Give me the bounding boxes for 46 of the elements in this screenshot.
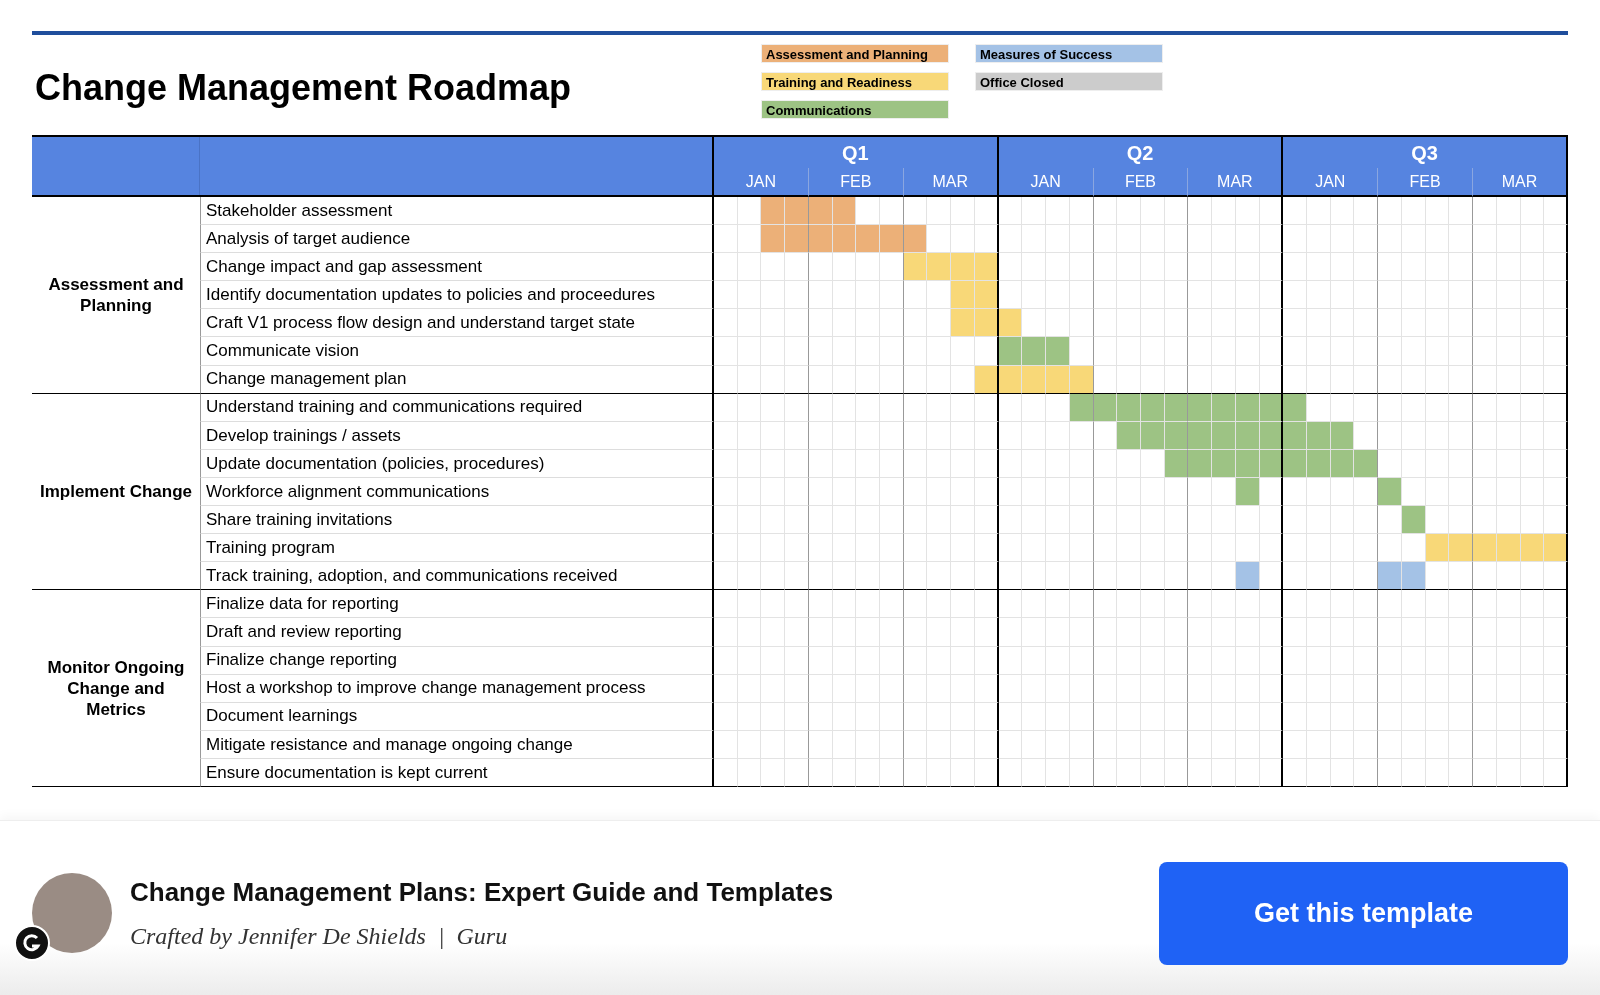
task-label: Track training, adoption, and communications received [206,565,618,587]
task-label: Document learnings [206,705,358,728]
author-byline: Crafted by Jennifer De Shields | Guru [130,921,509,951]
task-label: Share training invitations [206,508,393,531]
legend-item: Office Closed [975,72,1163,91]
task-label: Draft and review reporting [206,621,402,644]
month-header: MAR [1188,168,1284,197]
legend-item: Measures of Success [975,44,1163,63]
task-label: Change impact and gap assessment [206,256,482,278]
quarter-header: Q1 [714,137,999,168]
task-label: Mitigate resistance and manage ongoing change [206,733,573,756]
page-title: Change Management Roadmap [34,66,573,110]
quarter-header: Q2 [998,137,1284,168]
task-label: Finalize data for reporting [206,593,399,616]
month-header: JAN [998,168,1094,197]
task-label: Finalize change reporting [206,649,397,672]
task-label: Ensure documentation is kept current [206,761,488,784]
task-label: Craft V1 process flow design and understand target state [206,312,636,335]
task-label: Analysis of target audience [206,227,411,250]
task-label: Training program [206,536,335,559]
quarter-header: Q3 [1283,137,1568,168]
task-label: Communicate vision [206,340,360,363]
month-header: JAN [714,168,809,197]
task-label: Understand training and communications required [206,396,583,419]
task-label: Identify documentation updates to policies and proceedures [206,284,655,307]
group-label: Assessment and Planning [47,274,185,317]
group-label: Implement Change [38,481,194,503]
group-label: Monitor Ongoing Change and Metrics [46,657,186,721]
month-header: FEB [1378,168,1474,197]
month-header: JAN [1283,168,1379,197]
legend-item: Communications [761,100,949,119]
month-header: FEB [808,168,904,197]
month-header: FEB [1093,168,1189,197]
month-header: MAR [1473,168,1568,197]
task-label: Change management plan [206,368,407,391]
task-label: Develop trainings / assets [206,424,401,447]
get-template-button[interactable]: Get this template [1159,861,1568,965]
legend-item: Training and Readiness [761,72,949,91]
logo-icon [14,925,50,961]
task-label: Host a workshop to improve change management process [206,677,646,700]
task-label: Workforce alignment communications [206,480,490,503]
legend-item: Assessment and Planning [761,44,949,63]
task-label: Update documentation (policies, procedures) [206,452,545,475]
guide-title: Change Management Plans: Expert Guide and Templates [130,875,835,909]
task-label: Stakeholder assessment [206,199,393,222]
month-header: MAR [903,168,999,197]
